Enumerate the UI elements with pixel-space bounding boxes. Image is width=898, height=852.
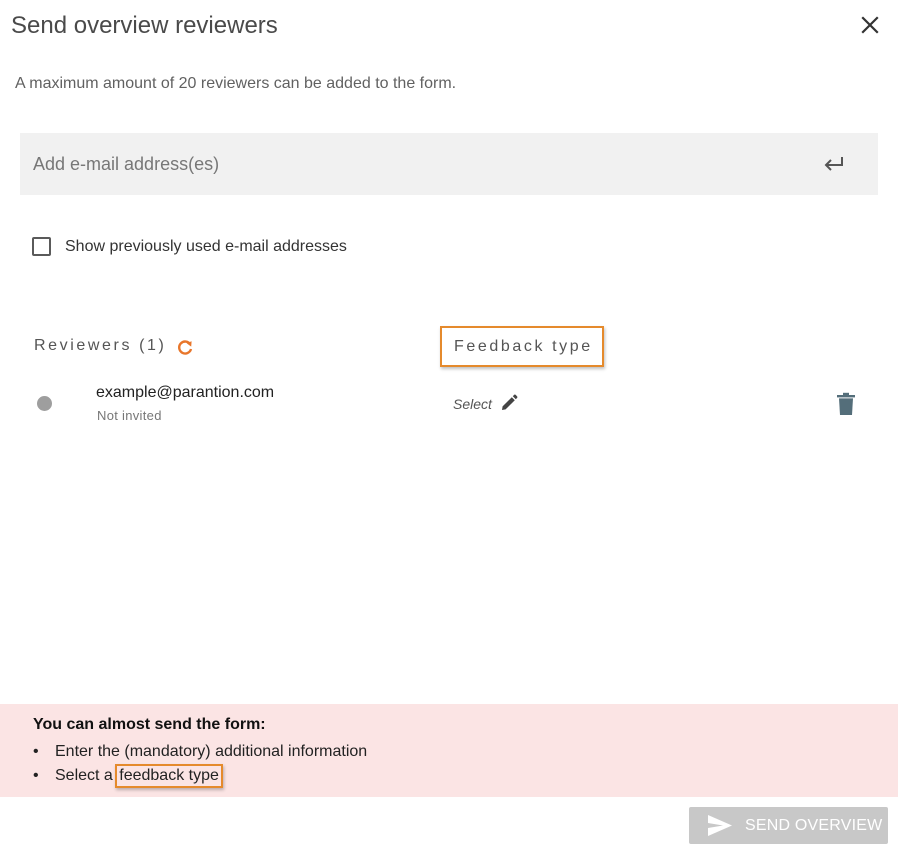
refresh-icon[interactable]	[176, 339, 194, 357]
show-previous-checkbox[interactable]	[32, 237, 51, 256]
notice-item: Enter the (mandatory) additional informa…	[33, 742, 367, 766]
show-previous-label[interactable]: Show previously used e-mail addresses	[65, 238, 347, 256]
notice-list: Enter the (mandatory) additional informa…	[33, 742, 367, 790]
reviewers-header: Reviewers (1)	[34, 337, 167, 354]
notice-item-prefix: Select a	[55, 767, 118, 784]
email-input-container	[20, 133, 878, 195]
max-reviewers-description: A maximum amount of 20 reviewers can be …	[15, 75, 457, 92]
email-input[interactable]	[33, 133, 793, 195]
pencil-icon[interactable]	[500, 394, 518, 412]
dialog-title: Send overview reviewers	[11, 12, 278, 39]
trash-icon[interactable]	[836, 392, 856, 416]
send-overview-label: SEND OVERVIEW	[745, 817, 883, 834]
feedback-type-highlight-text: feedback type	[115, 764, 223, 788]
close-icon[interactable]	[856, 11, 884, 39]
reviewer-status: Not invited	[97, 408, 162, 423]
enter-return-icon[interactable]	[820, 151, 848, 177]
send-icon	[708, 815, 732, 836]
send-overview-button[interactable]: SEND OVERVIEW	[689, 807, 888, 844]
feedback-type-header: Feedback type	[454, 338, 593, 355]
reviewer-email: example@parantion.com	[96, 384, 275, 401]
reviewer-status-dot	[37, 396, 52, 411]
notice-title: You can almost send the form:	[33, 716, 266, 733]
feedback-type-select[interactable]: Select	[453, 396, 492, 412]
notice-item-text: Enter the (mandatory) additional informa…	[55, 743, 368, 760]
notice-item: Select a feedback type	[33, 764, 367, 790]
